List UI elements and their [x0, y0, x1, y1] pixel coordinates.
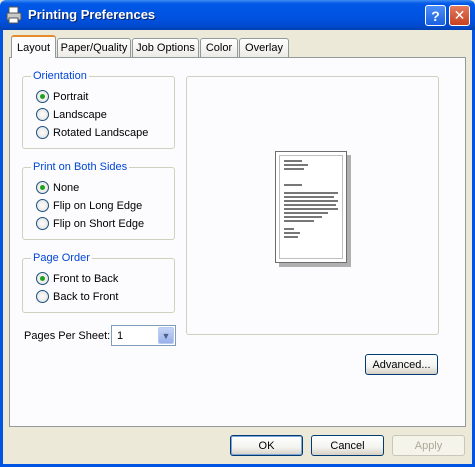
pages-per-sheet-select[interactable]: 1 ▼ [111, 325, 176, 346]
tab-overlay[interactable]: Overlay [239, 38, 289, 57]
window-title: Printing Preferences [28, 7, 156, 22]
help-icon: ? [431, 7, 440, 24]
advanced-button[interactable]: Advanced... [365, 354, 438, 375]
radio-back-to-front[interactable]: Back to Front [36, 290, 118, 303]
tab-label: Overlay [245, 42, 283, 54]
radio-label: Flip on Short Edge [53, 217, 145, 230]
radio-flip-long-edge[interactable]: Flip on Long Edge [36, 199, 142, 212]
orientation-title: Orientation [31, 70, 89, 82]
radio-selected-icon [36, 272, 49, 285]
radio-label: Portrait [53, 90, 89, 103]
radio-label: Rotated Landscape [53, 126, 149, 139]
printer-icon [6, 6, 22, 24]
radio-label: Landscape [53, 108, 107, 121]
button-label: Advanced... [372, 358, 431, 371]
close-icon: ✕ [453, 7, 466, 23]
pages-per-sheet-label: Pages Per Sheet: [24, 330, 111, 342]
radio-unselected-icon [36, 108, 49, 121]
page-preview-icon [275, 151, 347, 263]
radio-unselected-icon [36, 290, 49, 303]
tab-paper-quality[interactable]: Paper/Quality [57, 38, 131, 57]
radio-portrait[interactable]: Portrait [36, 90, 88, 103]
radio-unselected-icon [36, 199, 49, 212]
tab-label: Layout [16, 41, 51, 54]
tab-layout[interactable]: Layout [11, 35, 56, 58]
radio-selected-icon [36, 181, 49, 194]
tab-color[interactable]: Color [200, 38, 238, 57]
radio-flip-short-edge[interactable]: Flip on Short Edge [36, 217, 144, 230]
both-sides-title: Print on Both Sides [31, 161, 130, 173]
button-label: Cancel [330, 439, 365, 452]
radio-label: Back to Front [53, 290, 119, 303]
tab-job-options[interactable]: Job Options [132, 38, 199, 57]
title-bar[interactable]: Printing Preferences ? ✕ [0, 0, 475, 30]
radio-label: Front to Back [53, 272, 119, 285]
ok-button[interactable]: OK [230, 435, 303, 456]
radio-none[interactable]: None [36, 181, 79, 194]
apply-button[interactable]: Apply [392, 435, 465, 456]
radio-label: Flip on Long Edge [53, 199, 143, 212]
page-order-title: Page Order [31, 252, 92, 264]
help-button[interactable]: ? [425, 5, 446, 26]
close-button[interactable]: ✕ [449, 5, 470, 26]
radio-front-to-back[interactable]: Front to Back [36, 272, 118, 285]
pages-per-sheet-value: 1 [117, 330, 124, 342]
radio-label: None [53, 181, 80, 194]
button-label: OK [258, 439, 275, 452]
radio-unselected-icon [36, 126, 49, 139]
chevron-down-icon[interactable]: ▼ [158, 327, 174, 344]
radio-unselected-icon [36, 217, 49, 230]
tab-label: Color [205, 42, 233, 54]
cancel-button[interactable]: Cancel [311, 435, 384, 456]
tab-label: Job Options [136, 42, 195, 54]
radio-landscape[interactable]: Landscape [36, 108, 107, 121]
radio-selected-icon [36, 90, 49, 103]
button-label: Apply [414, 439, 443, 452]
page-order-group: Page Order [22, 252, 175, 313]
radio-rotated-landscape[interactable]: Rotated Landscape [36, 126, 148, 139]
tab-label: Paper/Quality [60, 42, 128, 54]
